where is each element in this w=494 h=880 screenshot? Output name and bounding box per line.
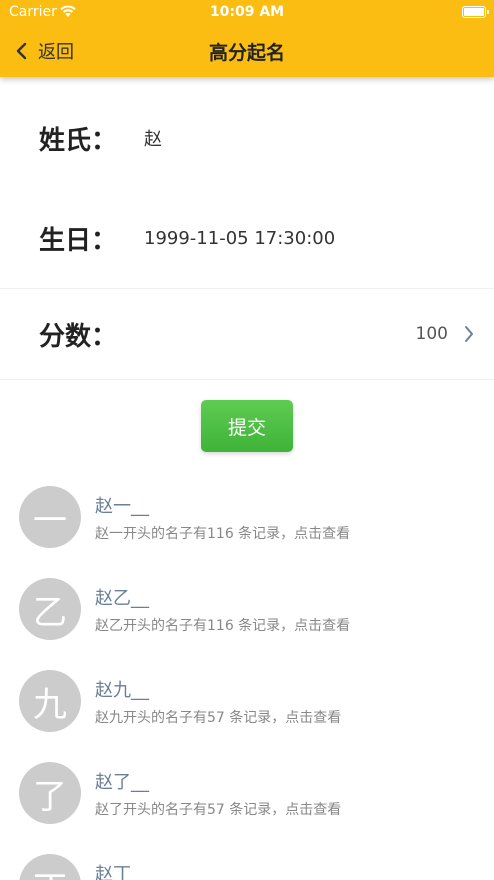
birthday-value[interactable]: 1999-11-05 17:30:00 [144, 188, 335, 288]
chevron-right-icon[interactable] [464, 289, 474, 379]
score-row[interactable]: 分数： 100 [0, 289, 494, 380]
top-bar: Carrier 10:09 AM 返回 高分起名 [0, 0, 494, 77]
list-item-subtitle: 赵一开头的名子有116 条记录，点击查看 [95, 526, 351, 542]
status-bar: Carrier 10:09 AM [0, 0, 494, 26]
list-item[interactable]: 九 赵九__ 赵九开头的名子有57 条记录，点击查看 [0, 656, 494, 749]
status-time: 10:09 AM [209, 4, 285, 20]
list-item-subtitle: 赵了开头的名子有57 条记录，点击查看 [95, 802, 342, 818]
list-item-title: 赵一__ [95, 496, 149, 517]
list-item-title: 赵九__ [95, 680, 149, 701]
surname-label: 姓氏： [39, 125, 118, 156]
avatar: 了 [19, 762, 81, 824]
submit-button[interactable]: 提交 [201, 400, 293, 452]
list-item-title: 赵丁__ [95, 864, 149, 880]
avatar: 九 [19, 670, 81, 732]
list-item[interactable]: 了 赵了__ 赵了开头的名子有57 条记录，点击查看 [0, 748, 494, 841]
page-title: 高分起名 [208, 42, 285, 64]
list-item-title: 赵了__ [95, 772, 149, 793]
battery-icon [462, 6, 489, 18]
list-item[interactable]: 乙 赵乙__ 赵乙开头的名子有116 条记录，点击查看 [0, 564, 494, 657]
avatar: 丁 [19, 854, 81, 880]
avatar: 一 [19, 486, 81, 548]
list-item-subtitle: 赵九开头的名子有57 条记录，点击查看 [95, 710, 342, 726]
birthday-row[interactable]: 生日： 1999-11-05 17:30:00 [0, 188, 494, 289]
list-item[interactable]: 一 赵一__ 赵一开头的名子有116 条记录，点击查看 [0, 472, 494, 565]
score-label: 分数： [39, 321, 118, 352]
list-item-title: 赵乙__ [95, 588, 149, 609]
score-value: 100 [415, 324, 448, 344]
birthday-label: 生日： [39, 225, 118, 256]
avatar: 乙 [19, 578, 81, 640]
surname-row[interactable]: 姓氏： 赵 [0, 88, 494, 189]
navigation-bar: 返回 高分起名 [0, 26, 494, 77]
list-item[interactable]: 丁 赵丁__ [0, 840, 494, 880]
surname-input[interactable]: 赵 [144, 88, 162, 188]
list-item-subtitle: 赵乙开头的名子有116 条记录，点击查看 [95, 618, 351, 634]
